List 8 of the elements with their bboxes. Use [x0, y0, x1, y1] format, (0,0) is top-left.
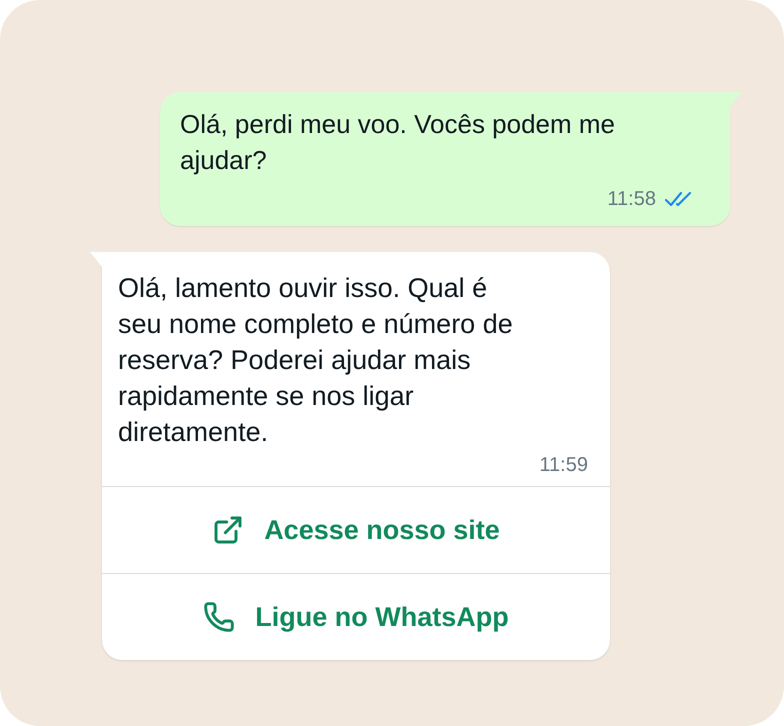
- message-text: Olá, perdi meu voo. Vocês podem me ajudar?: [180, 108, 616, 177]
- call-button[interactable]: Ligue no WhatsApp: [102, 573, 610, 660]
- external-link-icon: [212, 514, 244, 546]
- message-time: 11:59: [539, 453, 589, 478]
- website-button[interactable]: Acesse nosso site: [102, 486, 610, 573]
- message-time: 11:58: [607, 187, 656, 212]
- phone-icon: [203, 601, 236, 633]
- message-text: Olá, lamento ouvir isso. Qual é seu nome completo e número de reserva? Poderei ajudar mais rapidamente se nos ligar diretamente.: [118, 272, 514, 449]
